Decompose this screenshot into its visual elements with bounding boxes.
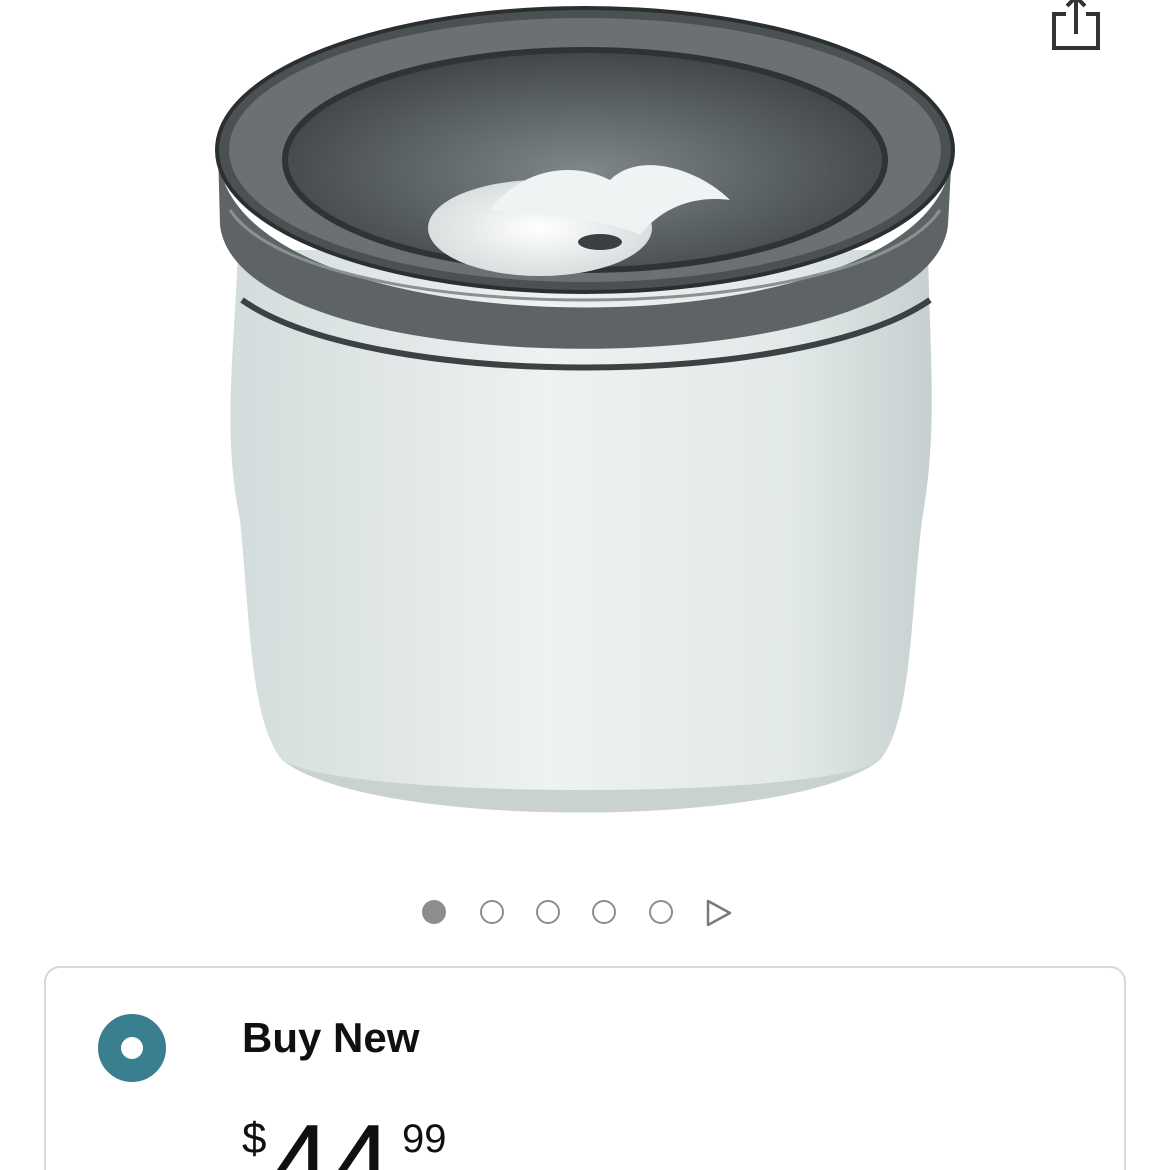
product-detail-page: Buy New $ 44 99 (0, 0, 1170, 1170)
carousel-video-button[interactable] (704, 898, 734, 928)
carousel-dot-3[interactable] (536, 900, 560, 924)
product-image[interactable] (190, 0, 980, 840)
carousel-dot-4[interactable] (592, 900, 616, 924)
buy-new-radio-selected[interactable] (98, 1014, 166, 1082)
price-whole: 44 (270, 1102, 393, 1170)
play-triangle-icon (706, 899, 732, 927)
pet-water-fountain-image (215, 6, 955, 813)
price-currency-symbol: $ (242, 1114, 267, 1163)
carousel-dot-2[interactable] (480, 900, 504, 924)
price-fraction: 99 (402, 1117, 447, 1161)
image-carousel-indicator (418, 896, 748, 932)
share-icon (1052, 0, 1100, 50)
buy-option-label: Buy New (242, 1014, 420, 1061)
carousel-dot-1[interactable] (422, 900, 446, 924)
buy-new-option-card[interactable]: Buy New $ 44 99 (44, 966, 1126, 1170)
carousel-dot-5[interactable] (649, 900, 673, 924)
share-button[interactable] (1046, 0, 1106, 56)
